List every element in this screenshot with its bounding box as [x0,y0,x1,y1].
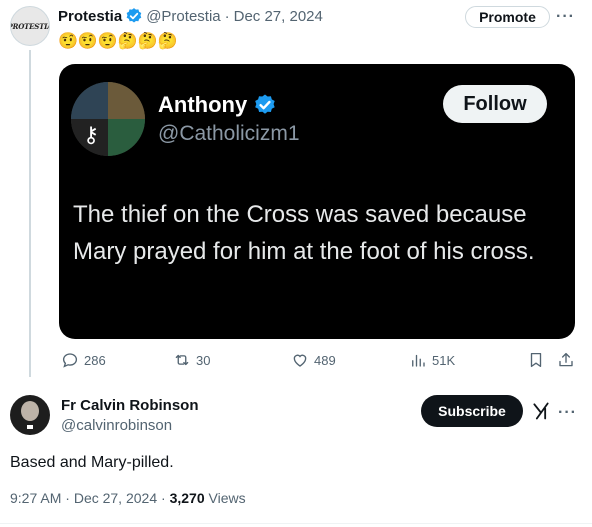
avatar-quadrant [71,82,108,119]
post-date[interactable]: Dec 27, 2024 [234,8,323,25]
protestia-avatar-logo: PROTESTIA [11,21,49,31]
repost-action[interactable]: 30 [173,351,210,369]
protestia-avatar[interactable]: PROTESTIA [10,6,50,46]
avatar-quadrant [108,119,145,156]
post-separator: · [224,7,230,25]
post-author-name[interactable]: Protestia [58,8,122,25]
bookmark-action[interactable] [527,351,550,369]
views-icon [412,354,425,367]
reply-count: 286 [84,352,106,368]
repost-icon [175,354,189,366]
reply-icon [62,353,78,368]
bookmark-icon [530,352,542,368]
verified-badge-icon [253,93,277,117]
reply-author-handle[interactable]: @calvinrobinson [61,417,172,434]
divider [0,523,592,524]
reply-meta: 9:27 AM · Dec 27, 2024 · 3,270 Views [10,490,246,506]
thread-line [29,50,31,377]
share-action[interactable] [557,351,580,369]
reply-views-count: 3,270 [169,490,205,506]
grok-icon[interactable] [531,401,551,426]
post-emoji-text: 🤨🤨🤨🤔🤔🤔 [58,33,178,50]
avatar-collar [27,425,33,429]
promote-button[interactable]: Promote [465,6,550,28]
action-bar: 286 30 489 51K [61,351,581,371]
subscribe-button[interactable]: Subscribe [421,395,523,427]
views-action[interactable]: 51K [409,351,455,369]
quoted-author: Anthony [158,92,277,118]
meta-separator: · [161,490,166,506]
reply-time[interactable]: 9:27 AM [10,490,61,506]
repost-count: 30 [196,352,211,368]
anthony-avatar[interactable]: ⚷ [71,82,145,156]
more-options-icon[interactable]: ··· [558,404,577,422]
post-header: Protestia @Protestia · Dec 27, 2024 [58,6,323,26]
more-options-icon[interactable]: ··· [556,8,575,26]
follow-button[interactable]: Follow [443,85,547,123]
avatar-quadrant [108,82,145,119]
reply-views-label: Views [208,490,246,506]
like-count: 489 [314,352,336,368]
reply-text: Based and Mary-pilled. [10,454,174,471]
views-count: 51K [432,352,456,368]
share-icon [559,352,573,367]
quoted-post-text: The thief on the Cross was saved because… [73,201,535,265]
quoted-author-name[interactable]: Anthony [158,92,247,118]
reply-date[interactable]: Dec 27, 2024 [74,490,157,506]
reply-author-name[interactable]: Fr Calvin Robinson [61,397,199,414]
reply-action[interactable]: 286 [61,351,106,369]
calvin-avatar[interactable] [10,395,50,435]
like-icon [293,354,307,367]
quoted-post-card[interactable]: ⚷ Anthony @Catholicizm1 Follow The thief… [59,64,575,339]
avatar-face [21,401,39,421]
meta-separator: · [65,490,70,506]
like-action[interactable]: 489 [291,351,336,369]
keys-icon: ⚷ [83,122,100,147]
quoted-author-handle[interactable]: @Catholicizm1 [158,122,300,146]
verified-badge-icon [125,7,143,25]
post-handle[interactable]: @Protestia [146,8,220,25]
